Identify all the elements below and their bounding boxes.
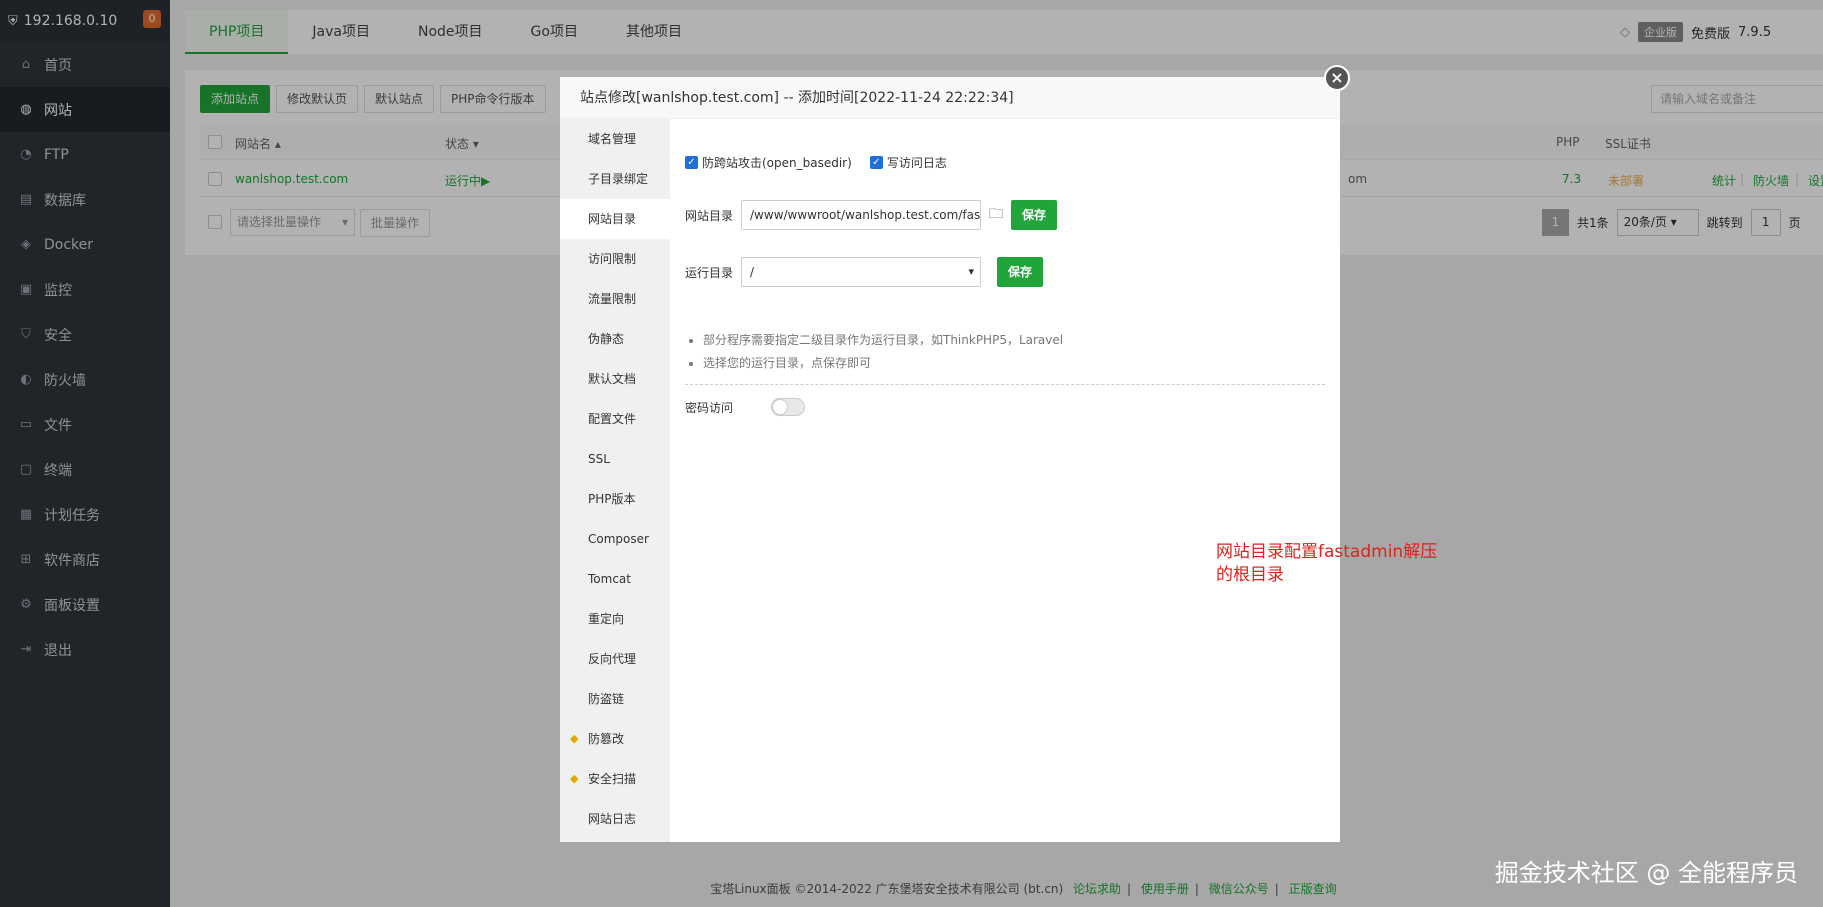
tips-list: 部分程序需要指定二级目录作为运行目录，如ThinkPHP5，Laravel 选择…: [685, 329, 1325, 375]
nav-site-dir[interactable]: 网站目录: [560, 199, 670, 239]
annotation-note: 网站目录配置fastadmin解压 的根目录: [1216, 542, 1438, 585]
run-dir-label: 运行目录: [685, 265, 734, 280]
nav-hotlink[interactable]: 防盗链: [560, 679, 670, 719]
nav-php-version[interactable]: PHP版本: [560, 479, 670, 519]
nav-access-limit[interactable]: 访问限制: [560, 239, 670, 279]
nav-site-log[interactable]: 网站日志: [560, 799, 670, 839]
password-access-label: 密码访问: [685, 400, 734, 415]
modal-title: 站点修改[wanlshop.test.com] -- 添加时间[2022-11-…: [560, 77, 1340, 119]
tip-item: 选择您的运行目录，点保存即可: [703, 352, 1325, 375]
site-edit-modal: 站点修改[wanlshop.test.com] -- 添加时间[2022-11-…: [560, 77, 1437, 842]
open-basedir-checkbox[interactable]: ✓ 防跨站攻击(open_basedir): [685, 154, 852, 171]
save-run-dir-button[interactable]: 保存: [997, 257, 1044, 287]
nav-traffic-limit[interactable]: 流量限制: [560, 279, 670, 319]
modal-body: ✓ 防跨站攻击(open_basedir) ✓ 写访问日志 网站目录 /www/ww…: [670, 119, 1437, 842]
nav-reverse-proxy[interactable]: 反向代理: [560, 639, 670, 679]
password-access-toggle[interactable]: [771, 398, 806, 416]
nav-config-file[interactable]: 配置文件: [560, 399, 670, 439]
check-icon: ✓: [869, 156, 883, 169]
folder-open-icon[interactable]: 🗀: [989, 203, 1003, 227]
nav-rewrite[interactable]: 伪静态: [560, 319, 670, 359]
nav-subdir[interactable]: 子目录绑定: [560, 159, 670, 199]
run-dir-select[interactable]: / ▾: [741, 257, 982, 287]
gem-icon: ◆: [570, 772, 579, 785]
save-site-dir-button[interactable]: 保存: [1011, 200, 1058, 230]
password-access-row: 密码访问: [685, 398, 806, 416]
checkbox-row: ✓ 防跨站攻击(open_basedir) ✓ 写访问日志: [685, 154, 965, 171]
nav-default-doc[interactable]: 默认文档: [560, 359, 670, 399]
tip-item: 部分程序需要指定二级目录作为运行目录，如ThinkPHP5，Laravel: [703, 329, 1325, 352]
nav-domain[interactable]: 域名管理: [560, 119, 670, 159]
nav-tamper-proof[interactable]: ◆ 防篡改: [560, 719, 670, 759]
nav-composer[interactable]: Composer: [560, 519, 670, 559]
run-dir-row: 运行目录 / ▾ 保存: [685, 257, 1044, 287]
nav-tomcat[interactable]: Tomcat: [560, 559, 670, 599]
check-icon: ✓: [685, 156, 698, 169]
close-modal-button[interactable]: ×: [1324, 65, 1350, 91]
access-log-checkbox[interactable]: ✓ 写访问日志: [869, 154, 947, 171]
divider: [685, 384, 1325, 385]
nav-security-scan[interactable]: ◆ 安全扫描: [560, 759, 670, 799]
watermark: 掘金技术社区 @ 全能程序员: [1494, 859, 1798, 887]
chevron-down-icon: ▾: [968, 265, 975, 278]
nav-redirect[interactable]: 重定向: [560, 599, 670, 639]
site-dir-row: 网站目录 /www/wwwroot/wanlshop.test.com/fast…: [685, 200, 1058, 230]
modal-nav: 域名管理 子目录绑定 网站目录 访问限制 流量限制 伪静态 默认文档 配置文件 …: [560, 119, 670, 842]
site-dir-input[interactable]: /www/wwwroot/wanlshop.test.com/fast: [741, 200, 982, 230]
site-dir-label: 网站目录: [685, 208, 734, 223]
gem-icon: ◆: [570, 732, 579, 745]
nav-ssl[interactable]: SSL: [560, 439, 670, 479]
